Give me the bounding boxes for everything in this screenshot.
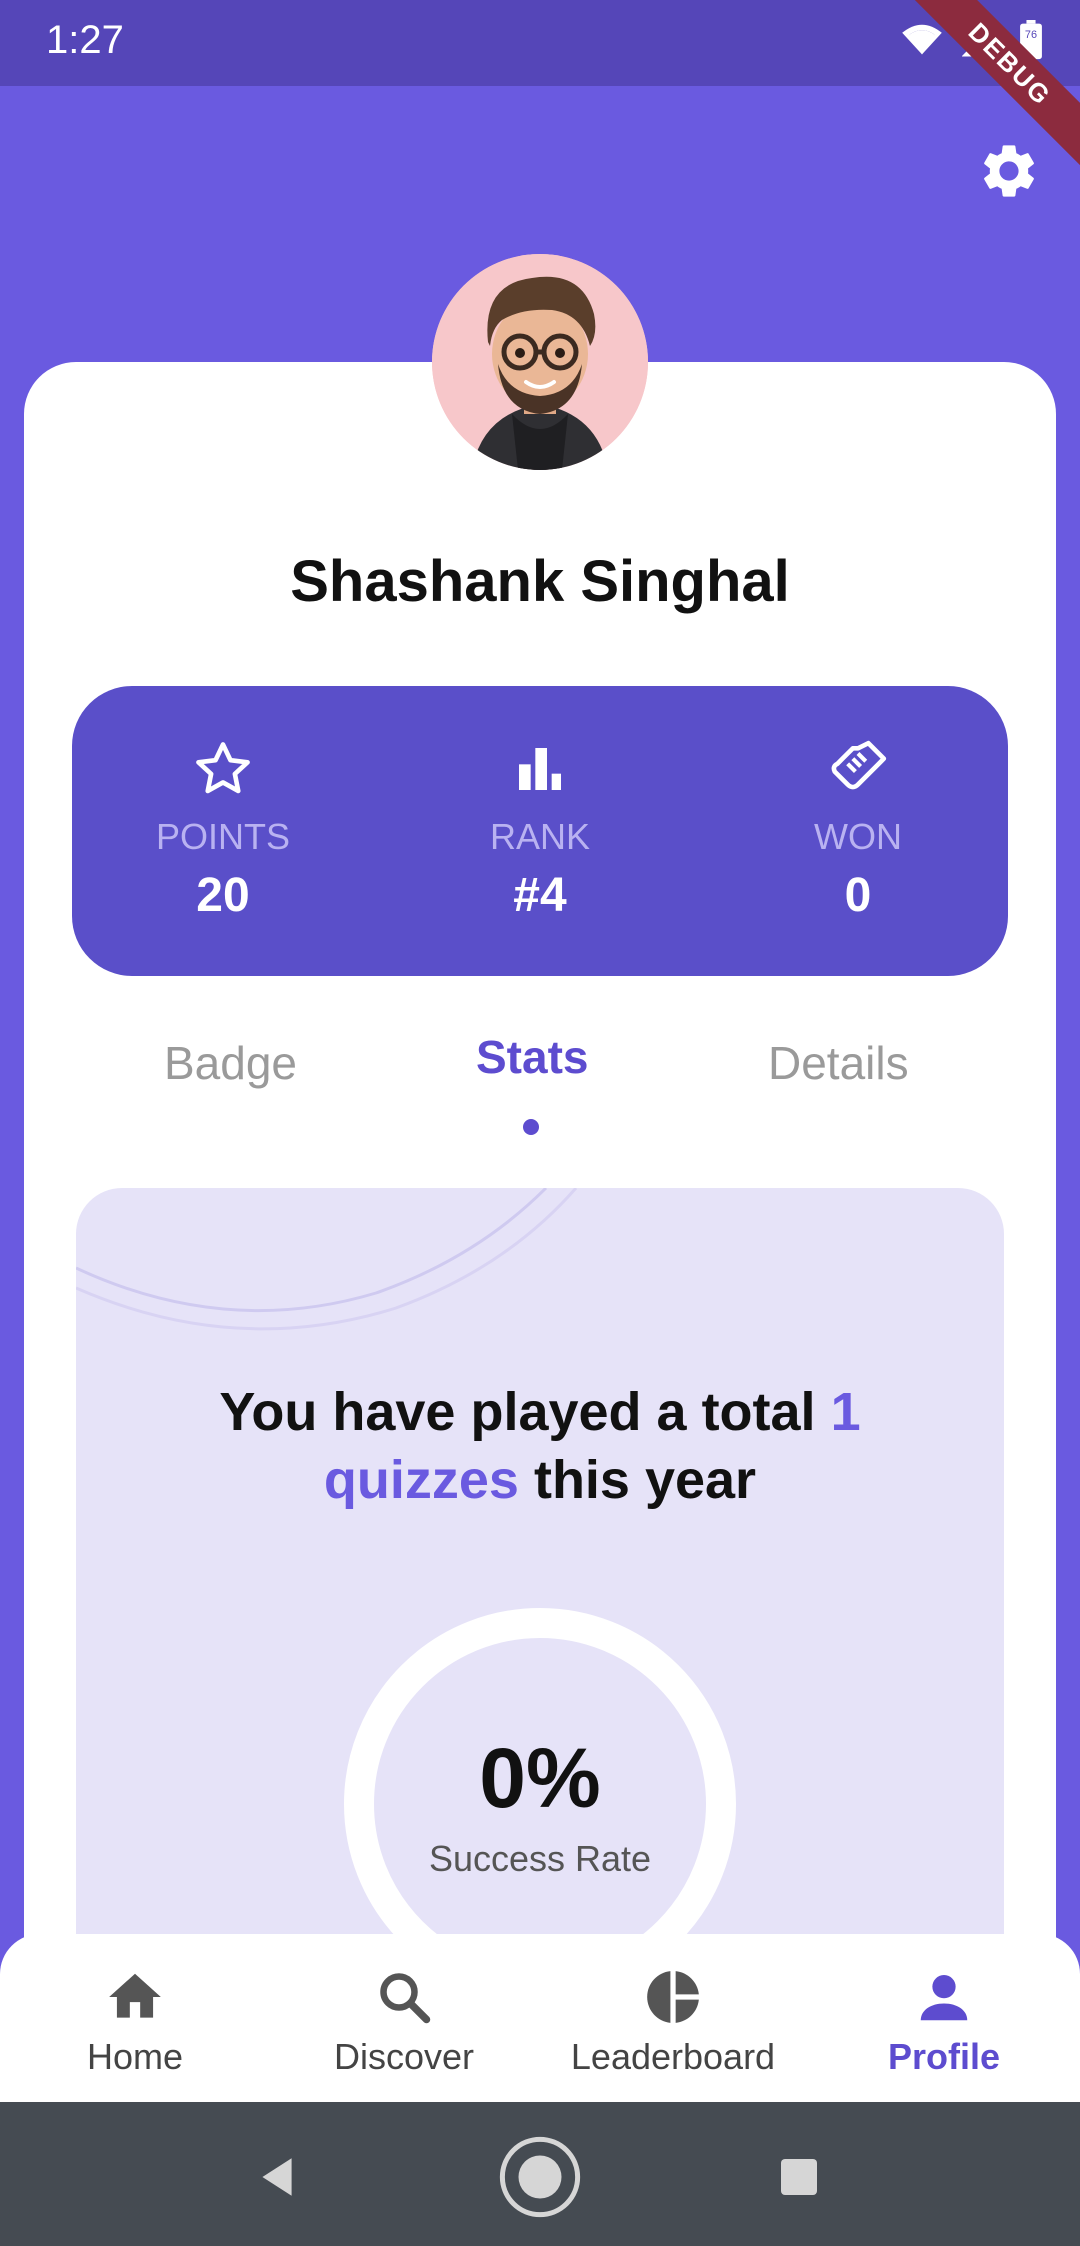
- system-recents-button[interactable]: [754, 2132, 844, 2222]
- nav-home[interactable]: Home: [20, 1964, 250, 2078]
- tab-stats[interactable]: Stats: [476, 1030, 588, 1084]
- user-name: Shashank Singhal: [290, 549, 790, 614]
- nav-discover[interactable]: Discover: [289, 1964, 519, 2078]
- home-circle-icon: [499, 2136, 581, 2218]
- back-triangle-icon: [262, 2158, 292, 2196]
- played-count: 1: [830, 1382, 861, 1442]
- system-nav-bar: [0, 2102, 1080, 2246]
- stats-summary: POINTS 20 RANK #4 WON 0: [72, 686, 1008, 976]
- stats-panel: You have played a total 1 quizzes this y…: [76, 1188, 1004, 1948]
- nav-label: Home: [86, 2036, 184, 2077]
- system-home-button[interactable]: [495, 2132, 585, 2222]
- decorative-waves: [76, 1188, 578, 1331]
- nav-leaderboard[interactable]: Leaderboard: [558, 1964, 788, 2078]
- status-bar: 1:27 76 DEBUG: [0, 0, 1080, 172]
- system-back-button[interactable]: [232, 2132, 322, 2222]
- active-tab-indicator: [523, 1119, 539, 1135]
- person-icon: [920, 1975, 968, 2021]
- settings-button[interactable]: [974, 136, 1044, 206]
- status-time: 1:27: [46, 18, 124, 62]
- played-prefix: You have played a total: [219, 1382, 831, 1442]
- stat-value: 20: [196, 869, 250, 922]
- stat-rank: RANK #4: [410, 738, 670, 923]
- profile-tabs: Badge Stats Details: [0, 1030, 1080, 1140]
- avatar-illustration: [432, 254, 648, 470]
- bar-chart-icon: [519, 748, 561, 790]
- stat-label: WON: [814, 816, 902, 857]
- nav-label: Profile: [887, 2036, 1001, 2077]
- stat-value: #4: [513, 869, 567, 922]
- pie-chart-icon: [647, 1971, 699, 2023]
- stat-won: WON 0: [728, 738, 988, 923]
- gear-icon: [984, 145, 1034, 197]
- nav-label: Leaderboard: [570, 2036, 776, 2077]
- bottom-nav: Home Discover Leaderboard Profile: [0, 1934, 1080, 2102]
- stat-value: 0: [844, 869, 872, 922]
- nav-profile[interactable]: Profile: [829, 1964, 1059, 2078]
- stat-label: POINTS: [155, 816, 290, 857]
- handshake-icon: [831, 740, 887, 790]
- avatar[interactable]: [432, 254, 648, 470]
- recents-square-icon: [781, 2159, 817, 2195]
- quizzes-played-text: You have played a total 1 quizzes this y…: [116, 1378, 964, 1514]
- tab-details[interactable]: Details: [768, 1036, 909, 1090]
- nav-label: Discover: [333, 2036, 475, 2077]
- star-outline-icon: [196, 742, 250, 794]
- stat-label: RANK: [489, 816, 591, 857]
- played-suffix: this year: [518, 1450, 757, 1510]
- search-icon: [380, 1973, 431, 2024]
- stat-points: POINTS 20: [93, 738, 353, 923]
- success-rate-label: Success Rate: [428, 1838, 652, 1879]
- tab-badge[interactable]: Badge: [164, 1036, 297, 1090]
- played-unit: quizzes: [323, 1450, 519, 1510]
- home-icon: [109, 1973, 161, 2018]
- wifi-icon: [902, 24, 942, 55]
- success-rate-value: 0%: [479, 1731, 601, 1825]
- battery-level: 76: [1025, 29, 1037, 41]
